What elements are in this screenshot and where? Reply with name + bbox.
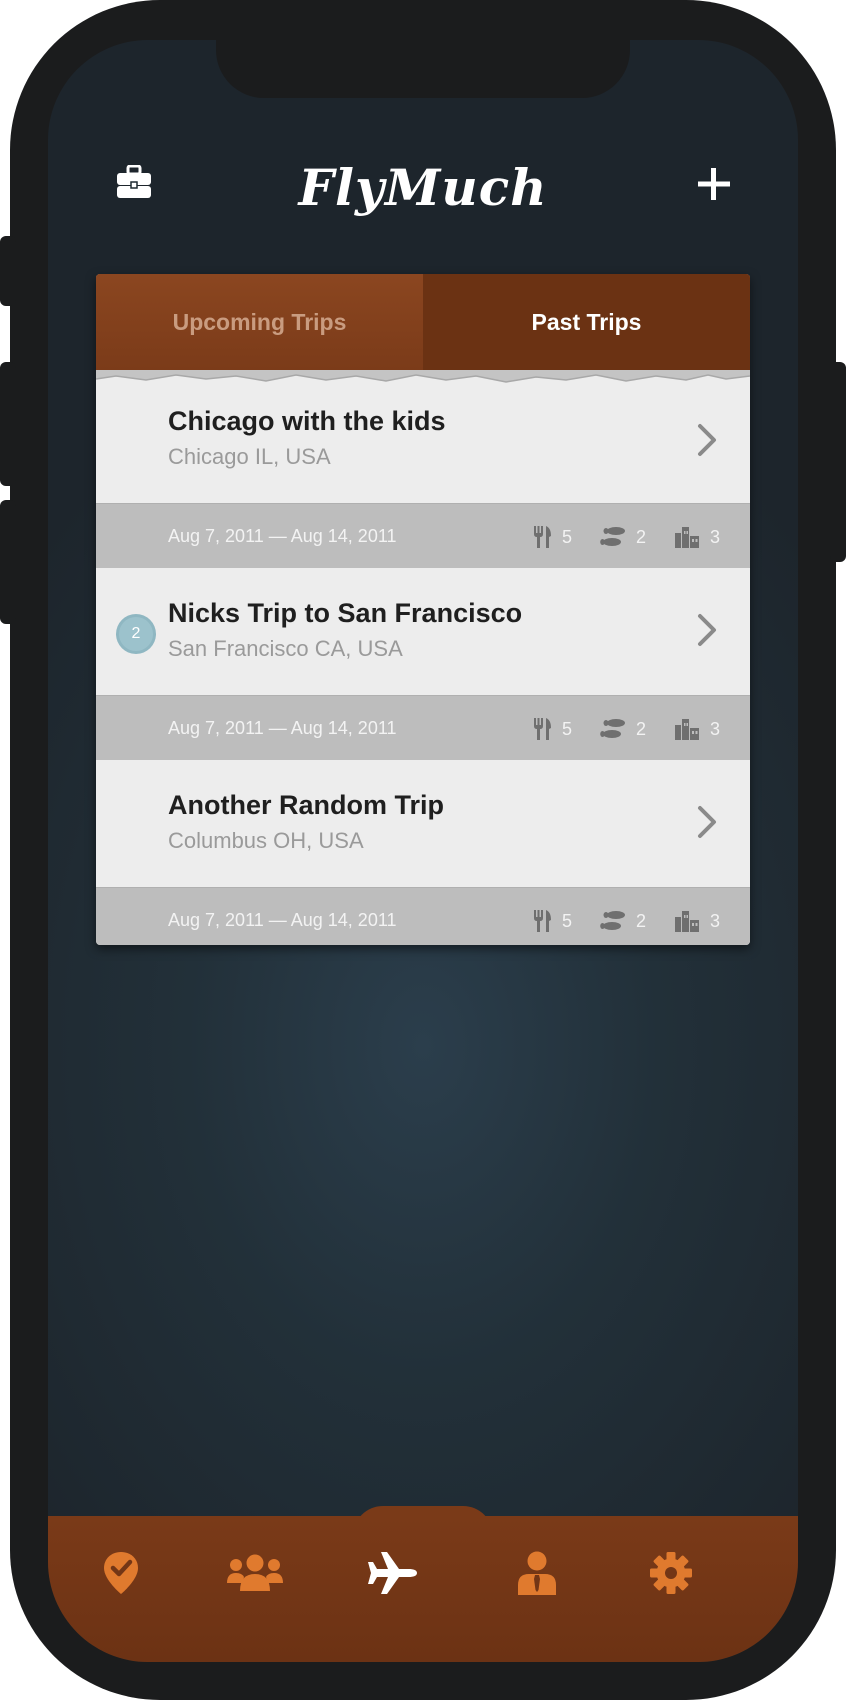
trip-row[interactable]: Chicago with the kids Chicago IL, USA [96,392,750,503]
buildings-icon [675,527,699,548]
sights-stat: 3 [674,524,720,550]
chevron-right-icon [698,424,716,456]
buildings-icon [675,719,699,740]
activities-stat: 2 [600,716,646,742]
chevron-right-icon [698,614,716,646]
app-title: FlyMuch [298,158,548,217]
fork-knife-icon [534,910,551,932]
trip-meta-row: Aug 7, 2011 — Aug 14, 2011 5 2 3 [96,503,750,569]
restaurants-stat: 5 [532,716,572,742]
plus-icon[interactable] [692,162,736,206]
sights-count: 3 [710,910,721,931]
footprints-icon [600,911,625,930]
badge-count: 2 [131,625,141,642]
footprints-icon [600,527,625,546]
trip-location: Chicago IL, USA [168,444,331,469]
tab-past-trips[interactable]: Past Trips [423,274,750,370]
side-button-power [830,362,846,562]
users-icon[interactable] [226,1548,284,1598]
restaurants-count: 5 [562,526,573,547]
trip-row[interactable]: 2 Nicks Trip to San Francisco San Franci… [96,568,750,695]
trip-dates: Aug 7, 2011 — Aug 14, 2011 [168,910,397,930]
trip-dates: Aug 7, 2011 — Aug 14, 2011 [168,718,397,738]
gear-icon[interactable] [642,1548,700,1598]
notch [216,40,630,98]
sights-count: 3 [710,718,721,739]
trips-card: Upcoming Trips Past Trips Chicago with t… [96,274,750,945]
activities-stat: 2 [600,908,646,934]
activities-count: 2 [636,718,647,739]
airplane-icon[interactable] [364,1548,422,1598]
buildings-icon [675,911,699,932]
chevron-right-icon [698,806,716,838]
fork-knife-icon [534,718,551,740]
sights-stat: 3 [674,716,720,742]
side-button-volume-down [0,500,16,624]
side-button-volume-up [0,362,16,486]
activities-stat: 2 [600,524,646,550]
trip-tabs: Upcoming Trips Past Trips [96,274,750,370]
restaurants-stat: 5 [532,524,572,550]
location-check-icon[interactable] [92,1548,150,1598]
person-icon[interactable] [508,1548,566,1598]
activities-count: 2 [636,526,647,547]
footprints-icon [600,719,625,738]
restaurants-count: 5 [562,718,573,739]
activities-count: 2 [636,910,647,931]
trip-location: Columbus OH, USA [168,828,364,853]
tab-upcoming-trips[interactable]: Upcoming Trips [96,274,423,370]
side-button-mute [0,236,16,306]
trip-row[interactable]: Another Random Trip Columbus OH, USA [96,760,750,887]
trip-meta-row: Aug 7, 2011 — Aug 14, 2011 5 2 3 [96,887,750,945]
restaurants-count: 5 [562,910,573,931]
sights-stat: 3 [674,908,720,934]
fork-knife-icon [534,526,551,548]
app-screen: FlyMuch Upcoming Trips Past Trips Chicag… [48,40,798,1662]
trip-name: Another Random Trip [168,790,444,820]
torn-paper-edge [96,370,750,392]
trip-name: Nicks Trip to San Francisco [168,598,523,628]
trip-meta-row: Aug 7, 2011 — Aug 14, 2011 5 2 3 [96,695,750,761]
trip-name: Chicago with the kids [168,406,446,436]
trip-dates: Aug 7, 2011 — Aug 14, 2011 [168,526,397,546]
restaurants-stat: 5 [532,908,572,934]
sights-count: 3 [710,526,721,547]
trip-location: San Francisco CA, USA [168,636,403,661]
